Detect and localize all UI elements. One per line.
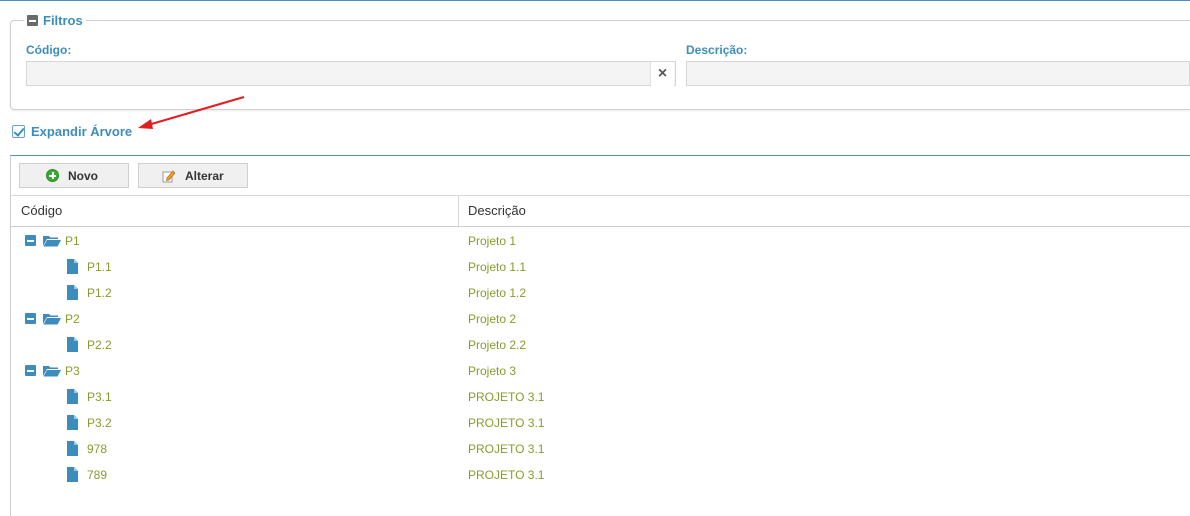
edit-icon [162,169,176,182]
cell-codigo: P3.2 [87,416,112,430]
cell-descricao: PROJETO 3.1 [468,390,545,404]
descricao-input[interactable] [686,61,1190,86]
file-icon [67,415,78,430]
cell-descricao: Projeto 2 [468,312,517,326]
cell-codigo: 978 [87,442,108,456]
cell-codigo: P3.1 [87,390,112,404]
cell-descricao: PROJETO 3.1 [468,442,545,456]
cell-descricao: Projeto 1.2 [468,286,527,300]
table-row[interactable]: P3.2 PROJETO 3.1 [11,410,1190,436]
file-icon [67,389,78,404]
folder-open-icon [43,314,61,325]
cell-codigo: P1.2 [87,286,112,300]
table-row[interactable]: P1.1 Projeto 1.1 [11,254,1190,280]
codigo-label: Código: [26,43,72,57]
filters-legend[interactable]: Filtros [24,13,86,28]
file-icon [67,467,78,482]
alterar-label: Alterar [185,168,224,183]
table-row[interactable]: P2 Projeto 2 [11,306,1190,332]
cell-descricao: Projeto 1 [468,234,517,248]
tree-grid: Novo Alterar Código Descrição P1 Projeto … [10,155,1190,516]
collapse-node-icon[interactable] [25,235,36,246]
table-row[interactable]: P3 Projeto 3 [11,358,1190,384]
collapse-node-icon[interactable] [25,365,36,376]
folder-open-icon [43,236,61,247]
cell-descricao: Projeto 2.2 [468,338,527,352]
cell-codigo: P1 [65,234,80,248]
top-border [0,0,1190,1]
column-header-descricao[interactable]: Descrição [468,196,526,226]
alterar-button[interactable]: Alterar [138,163,248,188]
expand-tree-toggle[interactable]: Expandir Árvore [12,124,132,139]
file-icon [67,259,78,274]
annotation-arrow-icon [138,95,245,129]
cell-codigo: P1.1 [87,260,112,274]
file-icon [67,337,78,352]
file-icon [67,441,78,456]
expand-tree-label: Expandir Árvore [31,124,133,139]
cell-codigo: P2.2 [87,338,112,352]
cell-descricao: Projeto 3 [468,364,517,378]
table-row[interactable]: P1.2 Projeto 1.2 [11,280,1190,306]
grid-header: Código Descrição [11,195,1190,227]
column-header-codigo[interactable]: Código [21,196,62,226]
cell-descricao: PROJETO 3.1 [468,468,545,482]
add-icon [46,169,59,182]
table-row[interactable]: P1 Projeto 1 [11,228,1190,254]
descricao-label: Descrição: [686,43,748,57]
novo-button[interactable]: Novo [19,163,129,188]
column-separator [458,196,459,226]
collapse-node-icon[interactable] [25,313,36,324]
collapse-icon[interactable] [27,15,38,26]
file-icon [67,285,78,300]
grid-toolbar: Novo Alterar [19,163,248,188]
table-row[interactable]: P2.2 Projeto 2.2 [11,332,1190,358]
table-row[interactable]: 789 PROJETO 3.1 [11,462,1190,488]
table-row[interactable]: 978 PROJETO 3.1 [11,436,1190,462]
cell-descricao: PROJETO 3.1 [468,416,545,430]
cell-codigo: P3 [65,364,80,378]
cell-codigo: P2 [65,312,80,326]
novo-label: Novo [68,168,98,183]
codigo-input[interactable] [26,61,676,86]
folder-open-icon [43,366,61,377]
cell-descricao: Projeto 1.1 [468,260,527,274]
clear-icon[interactable]: × [650,62,674,86]
expand-tree-checkbox[interactable] [12,125,25,138]
table-row[interactable]: P3.1 PROJETO 3.1 [11,384,1190,410]
filters-title: Filtros [43,13,83,28]
cell-codigo: 789 [87,468,108,482]
